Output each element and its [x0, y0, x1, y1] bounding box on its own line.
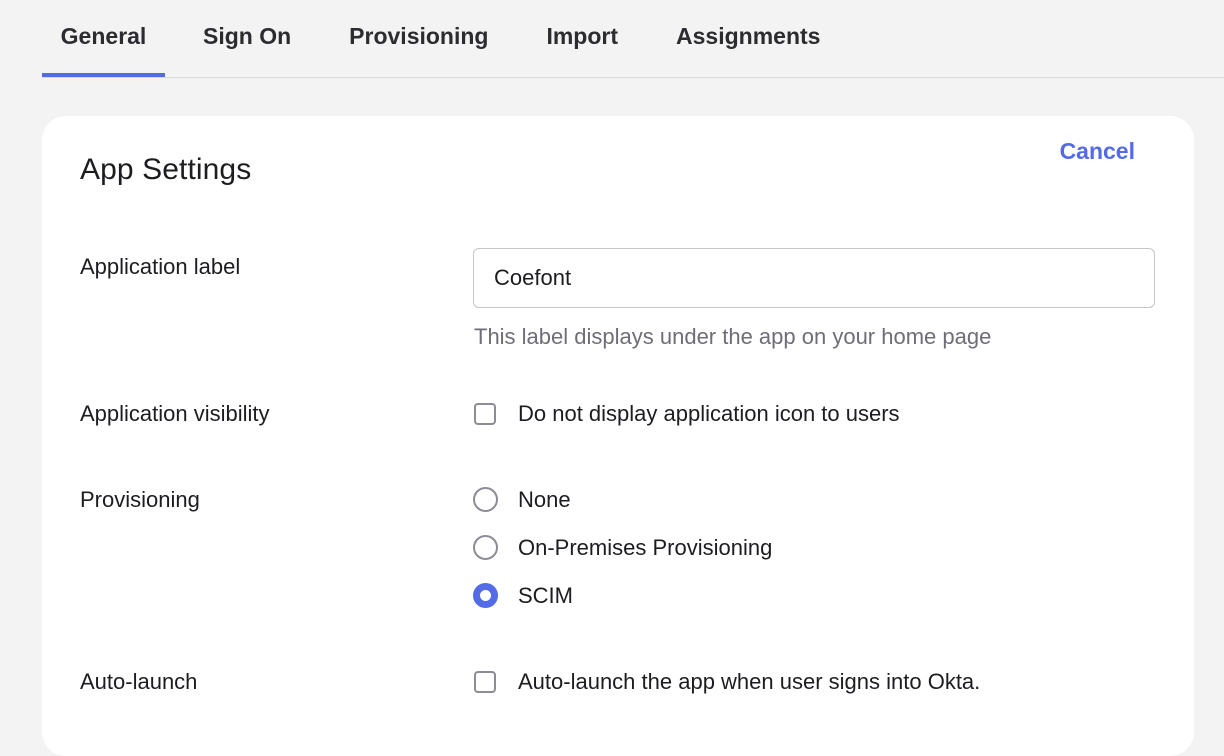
application-visibility-label: Application visibility	[80, 401, 270, 426]
tab-general[interactable]: General	[42, 0, 165, 77]
application-label-input[interactable]	[473, 248, 1155, 308]
application-label-hint: This label displays under the app on you…	[474, 324, 992, 349]
tab-import[interactable]: Import	[526, 0, 638, 77]
hide-app-icon-checkbox[interactable]	[474, 403, 496, 425]
tab-assignments[interactable]: Assignments	[656, 0, 840, 77]
provisioning-on-premises-label[interactable]: On-Premises Provisioning	[518, 535, 772, 561]
provisioning-scim-label[interactable]: SCIM	[518, 583, 573, 609]
provisioning-label: Provisioning	[80, 487, 200, 512]
tab-bar: General Sign On Provisioning Import Assi…	[42, 0, 1224, 78]
tab-provisioning[interactable]: Provisioning	[329, 0, 508, 77]
app-settings-card: App Settings Cancel Application label Th…	[42, 116, 1194, 756]
hide-app-icon-checkbox-label[interactable]: Do not display application icon to users	[518, 401, 900, 427]
tab-sign-on[interactable]: Sign On	[183, 0, 311, 77]
auto-launch-checkbox[interactable]	[474, 671, 496, 693]
page-title: App Settings	[80, 153, 252, 186]
provisioning-none-radio[interactable]	[473, 487, 498, 512]
provisioning-scim-radio[interactable]	[473, 583, 498, 608]
application-label-label: Application label	[80, 254, 241, 279]
cancel-button[interactable]: Cancel	[1060, 138, 1135, 165]
provisioning-on-premises-radio[interactable]	[473, 535, 498, 560]
auto-launch-label: Auto-launch	[80, 669, 198, 694]
auto-launch-checkbox-label[interactable]: Auto-launch the app when user signs into…	[518, 669, 980, 695]
provisioning-none-label[interactable]: None	[518, 487, 571, 513]
